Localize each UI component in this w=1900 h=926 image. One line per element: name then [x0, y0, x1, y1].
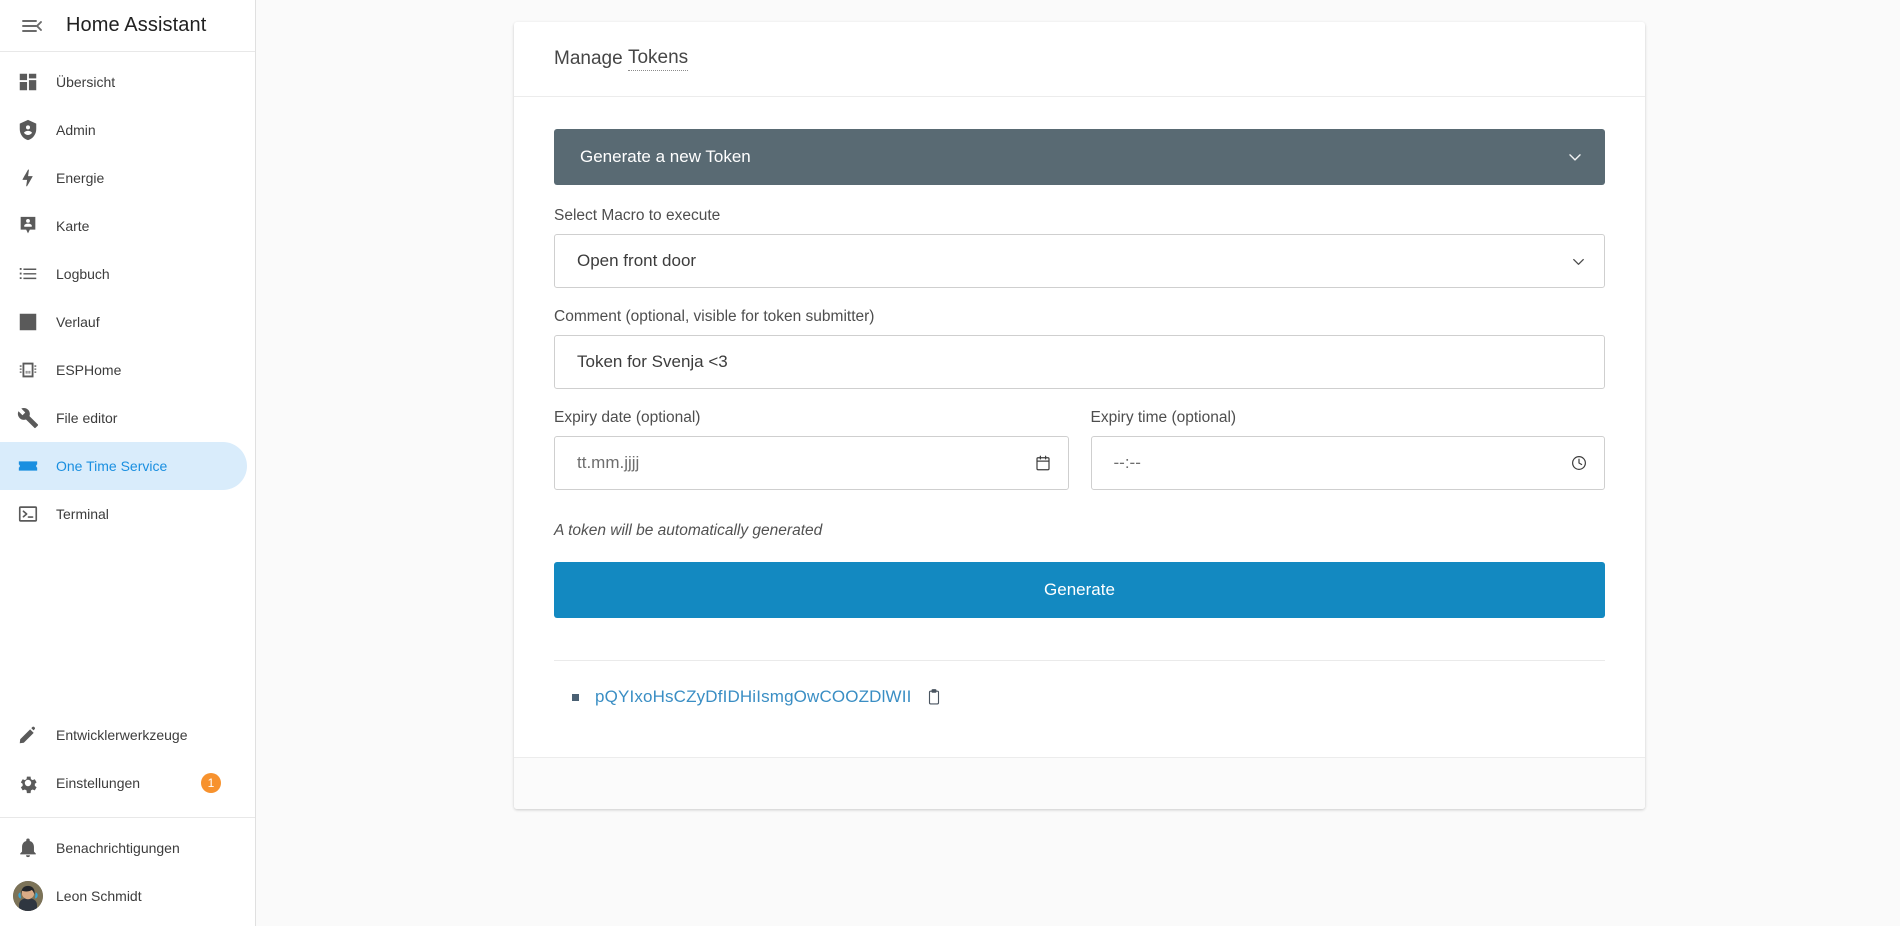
sidebar-item-label: Entwicklerwerkzeuge: [56, 727, 188, 743]
sidebar-item-label: One Time Service: [56, 458, 168, 474]
sidebar-item-file-editor[interactable]: File editor: [0, 394, 247, 442]
comment-input[interactable]: Token for Svenja <3: [554, 335, 1605, 389]
expiry-time-label: Expiry time (optional): [1090, 409, 1237, 426]
sidebar-item-label: File editor: [56, 410, 118, 426]
sidebar-item-energie[interactable]: Energie: [0, 154, 247, 202]
sidebar-nav: Übersicht Admin Energie Karte Logbuch Ve…: [0, 52, 255, 711]
page-title-tokens-link[interactable]: Tokens: [627, 47, 689, 71]
clipboard-icon[interactable]: [925, 688, 943, 706]
sidebar-item-esphome[interactable]: ESPHome: [0, 346, 247, 394]
sidebar-item-admin[interactable]: Admin: [0, 106, 247, 154]
calendar-icon[interactable]: [1034, 454, 1052, 472]
sidebar-item-entwicklerwerkzeuge[interactable]: Entwicklerwerkzeuge: [0, 711, 247, 759]
clock-icon[interactable]: [1570, 454, 1588, 472]
token-list: pQYIxoHsCZyDfIDHiIsmgOwCOOZDlWII: [554, 661, 1605, 743]
sidebar-header: Home Assistant: [0, 0, 255, 52]
sidebar-item-one-time-service[interactable]: One Time Service: [0, 442, 247, 490]
menu-collapse-icon[interactable]: [12, 6, 52, 46]
macro-label: Select Macro to execute: [554, 207, 721, 224]
sidebar-item-label: Verlauf: [56, 314, 100, 330]
comment-label: Comment (optional, visible for token sub…: [554, 308, 875, 325]
expiry-time-field: Expiry time (optional) --:--: [1090, 409, 1605, 490]
bell-icon: [0, 837, 56, 859]
sidebar-item-ubersicht[interactable]: Übersicht: [0, 58, 247, 106]
lightning-bolt-icon: [0, 167, 56, 189]
console-icon: [0, 503, 56, 525]
macro-field: Select Macro to execute Open front door: [554, 207, 1605, 288]
expiry-time-placeholder: --:--: [1113, 453, 1141, 472]
sidebar-item-logbuch[interactable]: Logbuch: [0, 250, 247, 298]
sidebar-item-verlauf[interactable]: Verlauf: [0, 298, 247, 346]
app-root: Home Assistant Übersicht Admin Energie K…: [0, 0, 1900, 926]
sidebar-item-label: Terminal: [56, 506, 109, 522]
expiry-row: Expiry date (optional) tt.mm.jjjj Expiry…: [554, 409, 1605, 510]
sidebar-item-label: Einstellungen: [56, 775, 141, 791]
sidebar-item-label: Übersicht: [56, 74, 116, 90]
chevron-down-icon[interactable]: [1569, 252, 1588, 271]
sidebar-item-terminal[interactable]: Terminal: [0, 490, 247, 538]
sidebar-item-label: Benachrichtigungen: [56, 840, 180, 856]
expiry-date-field: Expiry date (optional) tt.mm.jjjj: [554, 409, 1069, 490]
sidebar-item-user-profile[interactable]: Leon Schmidt: [0, 872, 247, 920]
manage-tokens-card: Manage Tokens Generate a new Token Selec…: [514, 22, 1645, 809]
comment-input-value: Token for Svenja <3: [577, 352, 728, 371]
list-item: pQYIxoHsCZyDfIDHiIsmgOwCOOZDlWII: [572, 687, 1605, 707]
macro-select[interactable]: Open front door: [554, 234, 1605, 288]
sidebar-item-label: Karte: [56, 218, 90, 234]
chevron-down-icon[interactable]: [1565, 147, 1585, 167]
wrench-icon: [0, 407, 56, 429]
accordion-title: Generate a new Token: [580, 147, 751, 166]
sidebar-item-label: Admin: [56, 122, 96, 138]
sidebar-item-label: Energie: [56, 170, 105, 186]
format-list-bulleted-icon: [0, 263, 56, 285]
sidebar-item-benachrichtigungen[interactable]: Benachrichtigungen: [0, 824, 247, 872]
page-title-prefix: Manage: [554, 48, 623, 69]
ticket-icon: [0, 455, 56, 477]
map-marker-account-icon: [0, 215, 56, 237]
avatar: [0, 881, 56, 911]
page-title: Manage Tokens: [514, 22, 1645, 97]
token-link[interactable]: pQYIxoHsCZyDfIDHiIsmgOwCOOZDlWII: [595, 687, 911, 707]
expiry-date-input[interactable]: tt.mm.jjjj: [554, 436, 1069, 490]
sidebar-item-label: ESPHome: [56, 362, 122, 378]
sidebar-divider: [0, 817, 255, 818]
view-dashboard-icon: [0, 71, 56, 93]
sidebar-item-karte[interactable]: Karte: [0, 202, 247, 250]
sidebar-item-label: Leon Schmidt: [56, 888, 142, 904]
generate-token-accordion[interactable]: Generate a new Token: [554, 129, 1605, 185]
chart-box-icon: [0, 311, 56, 333]
shield-account-icon: [0, 119, 56, 141]
expiry-date-label: Expiry date (optional): [554, 409, 701, 426]
card-footer: [514, 757, 1645, 809]
sidebar-item-einstellungen[interactable]: Einstellungen 1: [0, 759, 247, 807]
sidebar: Home Assistant Übersicht Admin Energie K…: [0, 0, 256, 926]
expiry-date-placeholder: tt.mm.jjjj: [577, 453, 640, 472]
sidebar-item-label: Logbuch: [56, 266, 110, 282]
sidebar-bottom: Entwicklerwerkzeuge Einstellungen 1 Bena…: [0, 711, 255, 926]
app-title: Home Assistant: [66, 14, 207, 36]
chip-icon: [0, 359, 56, 381]
card-body: Generate a new Token Select Macro to exe…: [514, 97, 1645, 757]
generate-hint: A token will be automatically generated: [554, 522, 823, 539]
status-badge: 1: [201, 773, 221, 793]
expiry-time-input[interactable]: --:--: [1090, 436, 1605, 490]
generate-button[interactable]: Generate: [554, 562, 1605, 618]
main-content: Manage Tokens Generate a new Token Selec…: [256, 0, 1900, 926]
macro-select-value: Open front door: [577, 251, 697, 270]
bullet-icon: [572, 693, 579, 701]
comment-field: Comment (optional, visible for token sub…: [554, 308, 1605, 389]
hammer-wrench-icon: [0, 724, 56, 746]
cog-icon: [0, 772, 56, 794]
